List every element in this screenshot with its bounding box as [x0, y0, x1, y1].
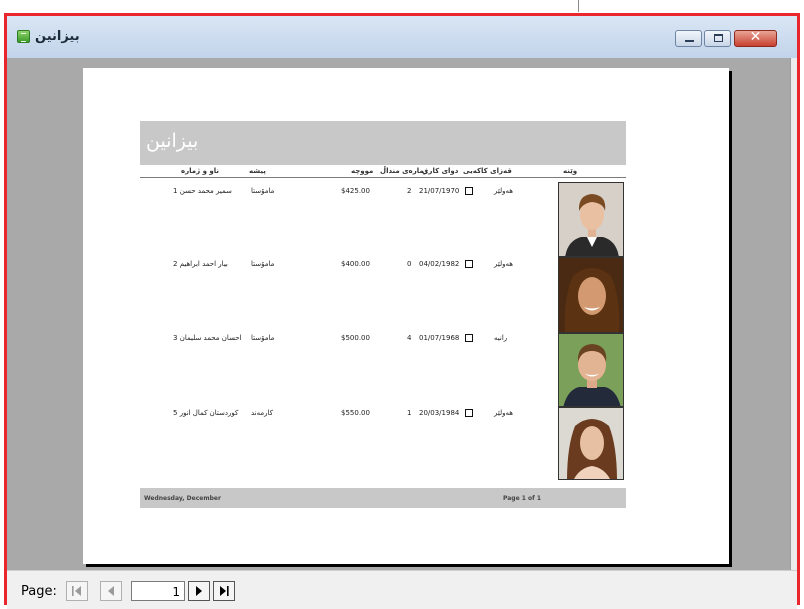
employee-photo — [558, 333, 624, 407]
row-name: سمیر محمد حسن 1 — [173, 187, 232, 195]
maximize-button[interactable] — [704, 30, 731, 47]
row-date: 01/07/1968 — [419, 334, 460, 342]
employee-photo — [558, 257, 624, 333]
row-date: 20/03/1984 — [419, 409, 460, 417]
row-name: احسان محمد سلیمان 3 — [173, 334, 242, 342]
column-header-children: ژمارەی منداڵ — [380, 167, 428, 175]
row-children: 0 — [407, 260, 412, 268]
report-header-band: بيزانين — [140, 121, 626, 165]
row-date: 21/07/1970 — [419, 187, 460, 195]
close-icon: ✕ — [749, 29, 762, 45]
report-footer-band: Wednesday, December Page 1 of 1 — [140, 488, 626, 508]
row-city: هەولێر — [494, 187, 513, 195]
row-city: هەولێر — [494, 409, 513, 417]
row-salary: $400.00 — [341, 260, 370, 268]
last-page-button[interactable] — [213, 581, 235, 601]
row-name: بیار احمد ابراهیم 2 — [173, 260, 228, 268]
window-title: بيزانين — [35, 29, 80, 44]
report-preview-area[interactable]: بيزانين وێنه قه‌زای کاکه‌یی دوای کاری ژم… — [7, 58, 797, 570]
row-children: 1 — [407, 409, 412, 417]
column-header-salary: مووچه — [351, 167, 374, 175]
row-checkbox — [465, 334, 473, 342]
row-job: مامۆستا — [251, 334, 275, 342]
row-job: مامۆستا — [251, 187, 275, 195]
next-page-button[interactable] — [188, 581, 210, 601]
row-checkbox — [465, 260, 473, 268]
row-checkbox — [465, 187, 473, 195]
row-checkbox — [465, 409, 473, 417]
desktop-divider — [578, 0, 579, 12]
previous-page-icon — [108, 586, 114, 596]
report-icon — [17, 30, 30, 43]
footer-date: Wednesday, December — [144, 495, 221, 502]
last-page-icon — [220, 586, 229, 596]
row-date: 04/02/1982 — [419, 260, 460, 268]
navigation-bar: Page: — [7, 570, 797, 609]
employee-photo — [558, 182, 624, 257]
previous-page-button[interactable] — [100, 581, 122, 601]
column-header-job: پیشه — [249, 167, 266, 175]
row-children: 2 — [407, 187, 412, 195]
row-job: مامۆستا — [251, 260, 275, 268]
row-salary: $425.00 — [341, 187, 370, 195]
column-header-photo: وێنه — [563, 167, 578, 175]
first-page-icon — [72, 586, 81, 596]
page-label: Page: — [21, 584, 57, 599]
row-job: کارمەند — [251, 409, 273, 417]
close-button[interactable]: ✕ — [734, 29, 777, 47]
column-header-name: ناو و ژماره — [181, 167, 219, 175]
row-children: 4 — [407, 334, 412, 342]
title-bar[interactable]: بيزانين ✕ — [7, 16, 797, 58]
row-city: رانیه — [494, 334, 508, 342]
report-window: بيزانين ✕ بيزانين وێنه قه‌زای کاکه‌یی دو… — [4, 13, 800, 609]
column-header-department: قه‌زای کاکه‌یی — [463, 167, 512, 175]
vertical-scrollbar[interactable] — [790, 58, 797, 570]
minimize-button[interactable] — [675, 30, 702, 47]
footer-page-number: Page 1 of 1 — [503, 495, 541, 502]
row-city: هەولێر — [494, 260, 513, 268]
first-page-button[interactable] — [66, 581, 88, 601]
report-title: بيزانين — [146, 130, 199, 152]
maximize-icon — [714, 34, 723, 42]
minimize-icon — [685, 40, 694, 42]
row-name: کوردستان کمال انور 5 — [173, 409, 239, 417]
row-salary: $550.00 — [341, 409, 370, 417]
row-salary: $500.00 — [341, 334, 370, 342]
next-page-icon — [196, 586, 202, 596]
column-header-rule — [140, 177, 626, 178]
report-page: بيزانين وێنه قه‌زای کاکه‌یی دوای کاری ژم… — [83, 68, 729, 564]
employee-photo — [558, 407, 624, 480]
page-number-input[interactable] — [131, 581, 185, 601]
